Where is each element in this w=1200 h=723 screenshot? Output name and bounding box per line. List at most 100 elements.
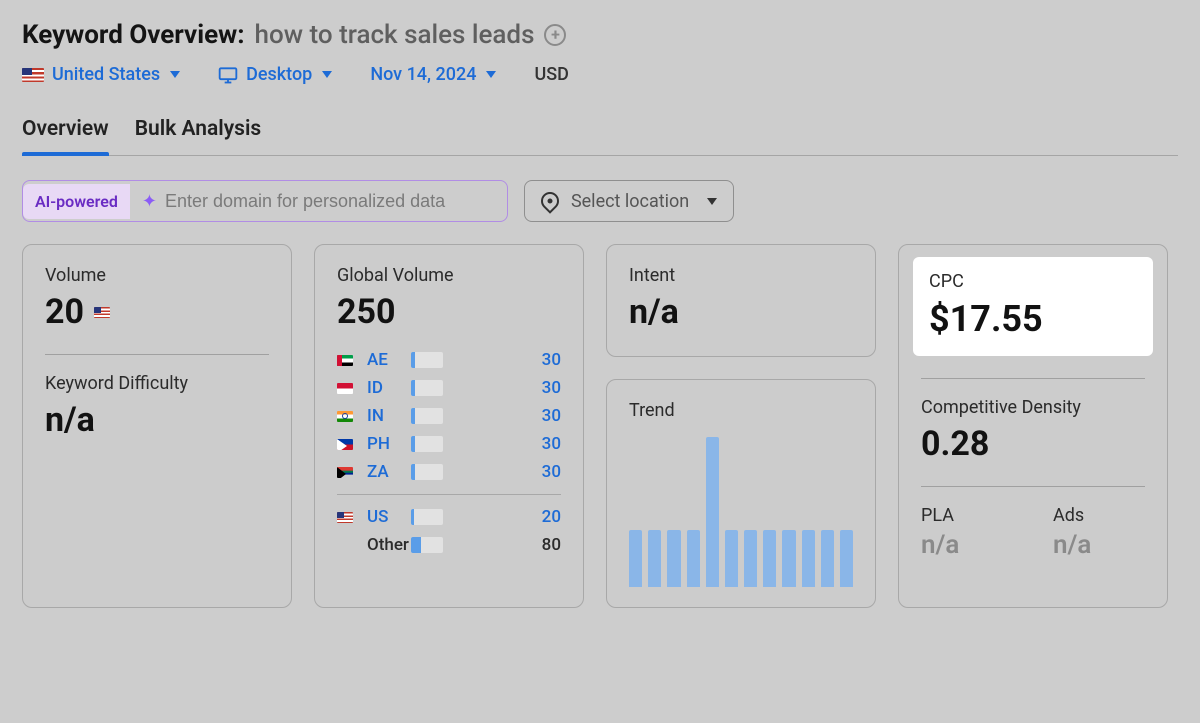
keyword-text: how to track sales leads [255, 20, 535, 50]
za-flag-icon [337, 467, 353, 478]
gv-bar [411, 436, 443, 452]
filter-row: United States Desktop Nov 14, 2024 USD [22, 64, 1178, 85]
trend-bar [629, 530, 642, 587]
gv-value: 30 [461, 378, 561, 398]
location-select[interactable]: Select location [524, 180, 734, 222]
location-pin-icon [537, 188, 562, 213]
controls-row: AI-powered ✦ Select location [22, 180, 1178, 222]
trend-label: Trend [629, 400, 853, 421]
country-filter-label: United States [52, 64, 160, 85]
divider [45, 354, 269, 355]
trend-bar [763, 530, 776, 587]
kd-value: n/a [45, 400, 269, 440]
ai-powered-badge: AI-powered [23, 184, 130, 219]
gv-bar [411, 380, 443, 396]
country-filter[interactable]: United States [22, 64, 180, 85]
device-filter[interactable]: Desktop [218, 64, 332, 85]
intent-label: Intent [629, 265, 853, 286]
intent-card: Intent n/a [606, 244, 876, 357]
gv-country-code: ID [367, 378, 401, 398]
global-volume-rows: AE 30 ID 30 IN 30 PH 30 ZA 30 US [337, 346, 561, 559]
gv-value: 80 [461, 535, 561, 555]
gv-value: 20 [461, 507, 561, 527]
gv-bar [411, 464, 443, 480]
sparkle-icon: ✦ [130, 191, 157, 212]
tabs: Overview Bulk Analysis [22, 113, 1178, 156]
gv-row[interactable]: PH 30 [337, 430, 561, 458]
desktop-icon [218, 66, 238, 84]
gv-bar [411, 509, 443, 525]
gv-country-code: AE [367, 350, 401, 370]
divider [337, 494, 561, 495]
trend-bar [648, 530, 661, 587]
global-volume-value: 250 [337, 292, 561, 332]
pla-value: n/a [921, 530, 1013, 560]
us-flag-icon [22, 68, 44, 82]
ads-value: n/a [1053, 530, 1145, 560]
gv-row[interactable]: US 20 [337, 503, 561, 531]
gv-value: 30 [461, 350, 561, 370]
gv-row[interactable]: IN 30 [337, 402, 561, 430]
gv-value: 30 [461, 434, 561, 454]
gv-country-code: PH [367, 434, 401, 454]
ph-flag-icon [337, 439, 353, 450]
add-keyword-icon[interactable]: + [544, 24, 566, 46]
trend-bar [706, 437, 719, 587]
gv-value: 30 [461, 406, 561, 426]
tab-bulk-analysis[interactable]: Bulk Analysis [135, 113, 262, 155]
competitive-label: Competitive Density [921, 397, 1145, 418]
pla-block: PLA n/a [921, 505, 1013, 560]
trend-bar [687, 530, 700, 587]
competitive-value: 0.28 [921, 424, 1145, 464]
date-filter[interactable]: Nov 14, 2024 [370, 64, 496, 85]
chevron-down-icon [170, 71, 180, 78]
gv-row[interactable]: ID 30 [337, 374, 561, 402]
chevron-down-icon [322, 71, 332, 78]
cpc-value: $17.55 [929, 298, 1137, 340]
trend-bar [802, 530, 815, 587]
ae-flag-icon [337, 355, 353, 366]
intent-value: n/a [629, 292, 853, 332]
cards-grid: Volume 20 Keyword Difficulty n/a Global … [22, 244, 1178, 608]
trend-bar [667, 530, 680, 587]
page-title-row: Keyword Overview: how to track sales lea… [22, 20, 1178, 50]
id-flag-icon [337, 383, 353, 394]
global-volume-card: Global Volume 250 AE 30 ID 30 IN 30 PH 3… [314, 244, 584, 608]
trend-chart [629, 427, 853, 587]
volume-kd-card: Volume 20 Keyword Difficulty n/a [22, 244, 292, 608]
currency-label: USD [534, 64, 568, 85]
gv-country-code: ZA [367, 462, 401, 482]
cpc-highlight: CPC $17.55 [913, 257, 1153, 356]
domain-input[interactable] [157, 191, 507, 212]
gv-row[interactable]: Other 80 [337, 531, 561, 559]
cpc-label: CPC [929, 271, 1137, 292]
cpc-card: CPC $17.55 Competitive Density 0.28 PLA … [898, 244, 1168, 608]
gv-bar [411, 408, 443, 424]
ads-label: Ads [1053, 505, 1145, 526]
trend-bar [782, 530, 795, 587]
chevron-down-icon [486, 71, 496, 78]
volume-value: 20 [45, 292, 269, 332]
gv-row[interactable]: AE 30 [337, 346, 561, 374]
us-flag-icon [337, 512, 353, 523]
volume-label: Volume [45, 265, 269, 286]
date-filter-label: Nov 14, 2024 [370, 64, 476, 85]
kd-label: Keyword Difficulty [45, 373, 269, 394]
trend-bar [725, 530, 738, 587]
divider [921, 486, 1145, 487]
trend-bar [840, 530, 853, 587]
page-title: Keyword Overview: [22, 20, 245, 50]
gv-value: 30 [461, 462, 561, 482]
tab-overview[interactable]: Overview [22, 113, 109, 155]
gv-bar [411, 352, 443, 368]
gv-row[interactable]: ZA 30 [337, 458, 561, 486]
us-flag-icon [94, 307, 110, 318]
in-flag-icon [337, 411, 353, 422]
pla-ads-row: PLA n/a Ads n/a [921, 505, 1145, 560]
location-select-label: Select location [571, 191, 689, 212]
trend-bar [821, 530, 834, 587]
global-volume-label: Global Volume [337, 265, 561, 286]
trend-bar [744, 530, 757, 587]
gv-country-code: Other [367, 535, 401, 555]
chevron-down-icon [707, 198, 717, 205]
